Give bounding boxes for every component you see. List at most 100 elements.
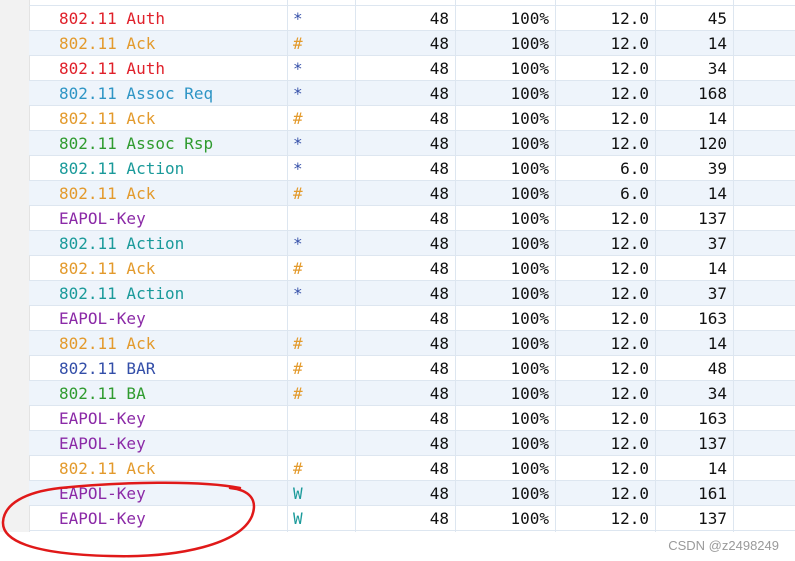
size-cell: 14 bbox=[707, 334, 727, 353]
rate-cell: 12.0 bbox=[610, 459, 649, 478]
size-cell: 14 bbox=[707, 259, 727, 278]
size-cell: 48 bbox=[707, 359, 727, 378]
rate-cell: 12.0 bbox=[610, 59, 649, 78]
flag-marker: # bbox=[293, 109, 303, 128]
size-cell: 137 bbox=[698, 434, 727, 453]
percent-cell: 100% bbox=[510, 334, 549, 353]
rate-cell: 12.0 bbox=[610, 409, 649, 428]
length-cell: 48 bbox=[429, 459, 449, 478]
percent-cell: 100% bbox=[510, 309, 549, 328]
table-row[interactable]: 802.11 Ack #48 100% 12.0 14 bbox=[29, 31, 795, 56]
table-row[interactable]: 802.11 BA #48 100% 12.0 34 bbox=[29, 381, 795, 406]
rate-cell: 12.0 bbox=[610, 484, 649, 503]
percent-cell: 100% bbox=[510, 434, 549, 453]
percent-cell: 100% bbox=[510, 384, 549, 403]
table-row[interactable]: 802.11 Ack #48 100% 6.0 14 bbox=[29, 181, 795, 206]
percent-cell: 100% bbox=[510, 59, 549, 78]
percent-cell: 100% bbox=[510, 359, 549, 378]
size-cell: 39 bbox=[707, 159, 727, 178]
size-cell: 163 bbox=[698, 409, 727, 428]
size-cell: 14 bbox=[707, 459, 727, 478]
flag-marker: * bbox=[293, 284, 303, 303]
column-divider bbox=[455, 0, 456, 532]
percent-cell: 100% bbox=[510, 459, 549, 478]
length-cell: 48 bbox=[429, 184, 449, 203]
table-row[interactable]: 802.11 Action * 48 100% 12.0 37 bbox=[29, 231, 795, 256]
frame-type: 802.11 Ack bbox=[59, 184, 156, 203]
flag-marker: # bbox=[293, 184, 303, 203]
size-cell: 37 bbox=[707, 284, 727, 303]
table-row[interactable]: 802.11 BAR #48 100% 12.0 48 bbox=[29, 356, 795, 381]
frame-type: 802.11 Ack bbox=[59, 109, 156, 128]
percent-cell: 100% bbox=[510, 34, 549, 53]
size-cell: 45 bbox=[707, 9, 727, 28]
table-row[interactable]: 802.11 Assoc Rsp * 48 100% 12.0 120 bbox=[29, 131, 795, 156]
frame-type: 802.11 Assoc Rsp bbox=[59, 134, 214, 153]
table-row[interactable]: 802.11 Ack #48 100% 12.0 14 bbox=[29, 106, 795, 131]
frame-type: 802.11 Action bbox=[59, 159, 185, 178]
rate-cell: 12.0 bbox=[610, 359, 649, 378]
rate-cell: 12.0 bbox=[610, 84, 649, 103]
percent-cell: 100% bbox=[510, 84, 549, 103]
size-cell: 14 bbox=[707, 34, 727, 53]
frame-type: 802.11 Auth bbox=[59, 9, 165, 28]
percent-cell: 100% bbox=[510, 159, 549, 178]
rate-cell: 12.0 bbox=[610, 109, 649, 128]
flag-marker: * bbox=[293, 9, 303, 28]
percent-cell: 100% bbox=[510, 209, 549, 228]
size-cell: 14 bbox=[707, 109, 727, 128]
frame-type: EAPOL-Key bbox=[59, 434, 146, 453]
annotation-stroke bbox=[1, 481, 256, 558]
table-row[interactable]: EAPOL-Key 48 100% 12.0 163 bbox=[29, 306, 795, 331]
packet-table: 802.11 Auth * 48 100% 12.0 45 802.11 Ack #48 100… bbox=[29, 0, 795, 531]
percent-cell: 100% bbox=[510, 284, 549, 303]
rate-cell: 12.0 bbox=[610, 384, 649, 403]
row-gutter bbox=[0, 0, 30, 532]
length-cell: 48 bbox=[429, 34, 449, 53]
flag-marker: * bbox=[293, 159, 303, 178]
table-row[interactable]: EAPOL-Key 48 100% 12.0 163 bbox=[29, 406, 795, 431]
size-cell: 120 bbox=[698, 134, 727, 153]
table-row[interactable]: 802.11 Assoc Req * 48 100% 12.0 168 bbox=[29, 81, 795, 106]
table-row[interactable]: 802.11 Auth * 48 100% 12.0 34 bbox=[29, 56, 795, 81]
length-cell: 48 bbox=[429, 159, 449, 178]
length-cell: 48 bbox=[429, 484, 449, 503]
frame-type: EAPOL-Key bbox=[59, 409, 146, 428]
length-cell: 48 bbox=[429, 409, 449, 428]
percent-cell: 100% bbox=[510, 9, 549, 28]
rate-cell: 12.0 bbox=[610, 209, 649, 228]
length-cell: 48 bbox=[429, 284, 449, 303]
frame-type: 802.11 Ack bbox=[59, 334, 156, 353]
table-row[interactable]: 802.11 Auth * 48 100% 12.0 45 bbox=[29, 6, 795, 31]
watermark: CSDN @z2498249 bbox=[668, 538, 779, 553]
frame-type: 802.11 Assoc Req bbox=[59, 84, 214, 103]
length-cell: 48 bbox=[429, 209, 449, 228]
length-cell: 48 bbox=[429, 509, 449, 528]
length-cell: 48 bbox=[429, 384, 449, 403]
table-row[interactable]: EAPOL-Key 48 100% 12.0 137 bbox=[29, 431, 795, 456]
flag-marker: * bbox=[293, 59, 303, 78]
table-row[interactable]: 802.11 Ack #48 100% 12.0 14 bbox=[29, 331, 795, 356]
rate-cell: 12.0 bbox=[610, 509, 649, 528]
size-cell: 14 bbox=[707, 184, 727, 203]
size-cell: 168 bbox=[698, 84, 727, 103]
table-row[interactable]: EAPOL-Key 48 100% 12.0 137 bbox=[29, 206, 795, 231]
rate-cell: 12.0 bbox=[610, 284, 649, 303]
frame-type: 802.11 Auth bbox=[59, 59, 165, 78]
percent-cell: 100% bbox=[510, 109, 549, 128]
rate-cell: 12.0 bbox=[610, 334, 649, 353]
flag-marker: * bbox=[293, 134, 303, 153]
length-cell: 48 bbox=[429, 59, 449, 78]
flag-marker: # bbox=[293, 359, 303, 378]
flag-marker: # bbox=[293, 459, 303, 478]
table-row[interactable]: 802.11 Action * 48 100% 6.0 39 bbox=[29, 156, 795, 181]
table-row[interactable]: 802.11 Action * 48 100% 12.0 37 bbox=[29, 281, 795, 306]
frame-type: EAPOL-Key bbox=[59, 309, 146, 328]
size-cell: 137 bbox=[698, 209, 727, 228]
flag-marker: # bbox=[293, 334, 303, 353]
table-row[interactable]: 802.11 Ack #48 100% 12.0 14 bbox=[29, 256, 795, 281]
frame-type: EAPOL-Key bbox=[59, 209, 146, 228]
size-cell: 163 bbox=[698, 309, 727, 328]
length-cell: 48 bbox=[429, 434, 449, 453]
rate-cell: 12.0 bbox=[610, 234, 649, 253]
